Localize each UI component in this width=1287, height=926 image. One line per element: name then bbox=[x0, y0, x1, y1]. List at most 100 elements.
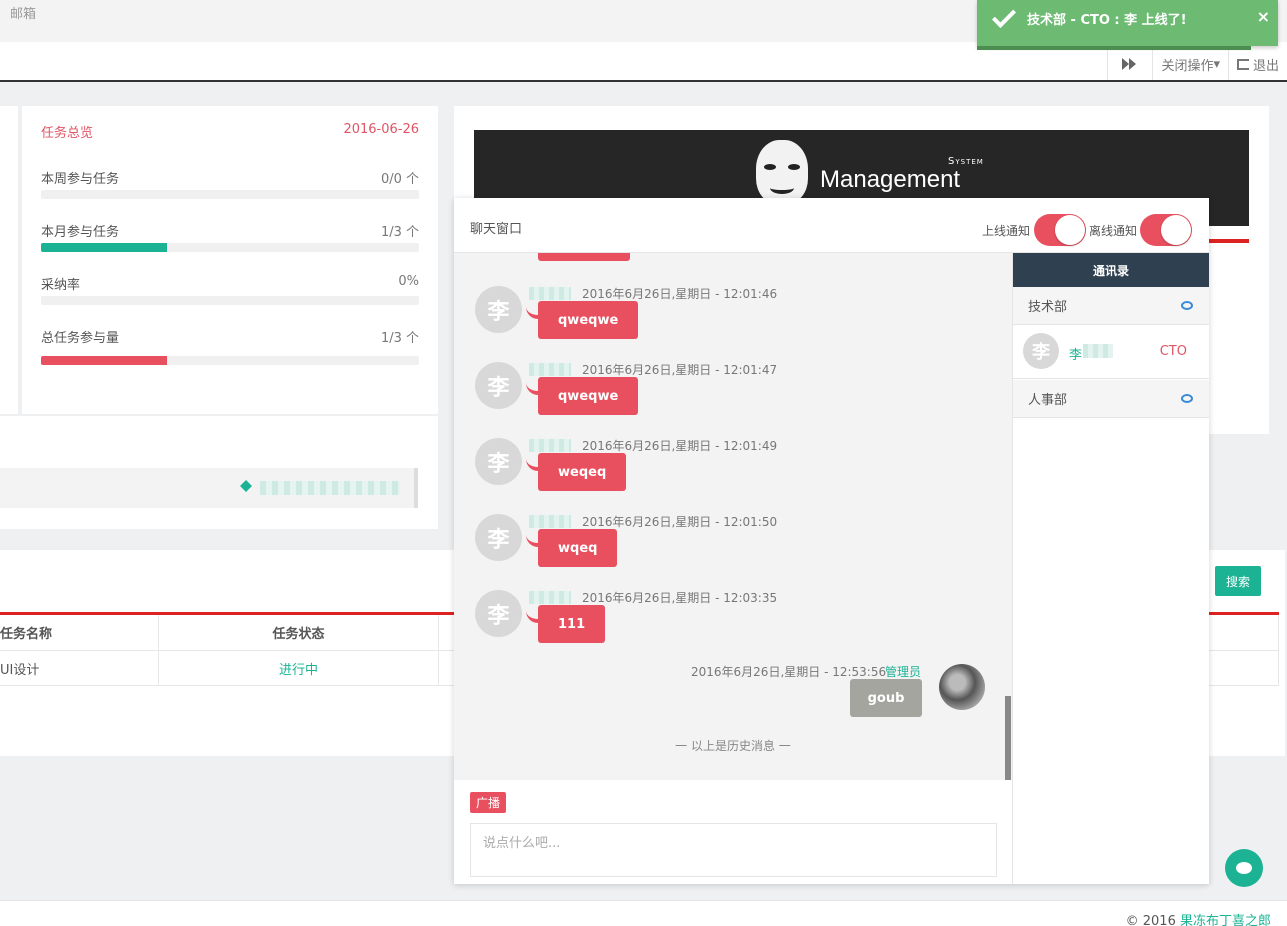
chat-header: 聊天窗口 上线通知 离线通知 bbox=[454, 198, 1209, 253]
task-row-month: 本月参与任务 1/3 个 bbox=[41, 221, 419, 255]
avatar[interactable]: 李 bbox=[475, 286, 522, 333]
message-bubble: qweqwe bbox=[525, 301, 639, 339]
contacts-title: 通讯录 bbox=[1013, 253, 1209, 287]
notice-bar[interactable] bbox=[0, 468, 418, 508]
dept-label: 技术部 bbox=[1028, 300, 1068, 315]
fast-forward-icon bbox=[1122, 58, 1138, 70]
dept-tech[interactable]: 技术部 bbox=[1013, 287, 1209, 325]
task-row-label: 采纳率 bbox=[41, 278, 81, 293]
dept-hr[interactable]: 人事部 bbox=[1013, 380, 1209, 418]
message-scrollbar[interactable] bbox=[1005, 696, 1011, 780]
history-divider: 一 以上是历史消息 一 bbox=[675, 739, 791, 753]
progress-fill bbox=[41, 356, 167, 365]
copyright: © 2016 果冻布丁喜之郎 bbox=[1126, 910, 1271, 926]
mail-label[interactable]: 邮箱 bbox=[10, 3, 36, 22]
task-row-label: 本周参与任务 bbox=[41, 172, 120, 187]
task-overview-card: 任务总览 2016-06-26 本周参与任务 0/0 个 本月参与任务 1/3 … bbox=[22, 106, 438, 414]
task-row-adoption: 采纳率 0% bbox=[41, 274, 419, 308]
task-overview-title: 任务总览 bbox=[41, 126, 94, 141]
message-time: 2016年6月26日,星期日 - 12:01:46 bbox=[582, 287, 778, 301]
check-icon bbox=[991, 3, 1017, 29]
chat-title: 聊天窗口 bbox=[470, 222, 523, 237]
task-overview-date: 2016-06-26 bbox=[343, 122, 419, 137]
broadcast-tag[interactable]: 广播 bbox=[470, 792, 507, 813]
message-time: 2016年6月26日,星期日 - 12:01:50 bbox=[582, 515, 778, 529]
banner-brand-text: Management bbox=[820, 166, 961, 193]
search-button[interactable]: 搜索 bbox=[1215, 566, 1261, 596]
blurred-sender-name bbox=[529, 287, 571, 300]
toast-progress bbox=[977, 46, 1251, 50]
blurred-notice-text bbox=[260, 481, 400, 495]
comments-icon bbox=[1181, 301, 1193, 310]
progress-bar bbox=[41, 296, 419, 305]
avatar[interactable]: 李 bbox=[475, 438, 522, 485]
close-ops-label: 关闭操作 bbox=[1161, 58, 1214, 74]
left-panel-edge bbox=[0, 106, 18, 414]
avatar: 李 bbox=[1023, 333, 1059, 369]
offline-notify-toggle[interactable] bbox=[1140, 214, 1192, 246]
task-row-value: 1/3 个 bbox=[380, 331, 419, 346]
message-composer: 广播 bbox=[454, 780, 1012, 884]
cell-task-name: UI设计 bbox=[0, 651, 159, 685]
blurred-member-name bbox=[1083, 344, 1113, 358]
progress-bar bbox=[41, 243, 419, 252]
contact-member[interactable]: 李 李 CTO bbox=[1013, 325, 1209, 379]
blurred-sender-name bbox=[529, 363, 571, 376]
message-time: 2016年6月26日,星期日 - 12:03:35 bbox=[582, 591, 778, 605]
message-time: 2016年6月26日,星期日 - 12:01:49 bbox=[582, 439, 778, 453]
logout-button[interactable]: 退出 bbox=[1229, 48, 1287, 80]
caret-down-icon: ▾ bbox=[1213, 56, 1220, 72]
header-task-name: 任务名称 bbox=[0, 615, 159, 650]
task-row-value: 1/3 个 bbox=[380, 225, 419, 240]
message-bubble: 111 bbox=[525, 605, 606, 643]
task-row-value: 0/0 个 bbox=[380, 172, 419, 187]
online-notify-toggle[interactable] bbox=[1034, 214, 1086, 246]
author-link[interactable]: 果冻布丁喜之郎 bbox=[1180, 914, 1271, 926]
message-item: 李 2016年6月26日,星期日 - 12:01:47 qweqwe bbox=[454, 356, 1012, 426]
message-item: 李 2016年6月26日,星期日 - 12:01:49 weqeq bbox=[454, 432, 1012, 502]
member-name: 李 bbox=[1069, 348, 1083, 363]
message-item: 李 2016年6月26日,星期日 - 12:03:35 111 bbox=[454, 584, 1012, 654]
avatar[interactable]: 李 bbox=[475, 590, 522, 637]
close-ops-dropdown[interactable]: 关闭操作 ▾ bbox=[1153, 48, 1229, 80]
message-bubble: qweqwe bbox=[525, 377, 639, 415]
my-avatar[interactable] bbox=[939, 664, 985, 710]
online-toast: 技术部 - CTO : 李 上线了! × bbox=[977, 0, 1278, 50]
toast-text: 技术部 - CTO : 李 上线了! bbox=[1027, 13, 1187, 28]
message-list[interactable]: 李 2016年6月26日,星期日 - 12:01:46 qweqwe 李 201… bbox=[454, 253, 1012, 780]
task-row-value: 0% bbox=[398, 274, 419, 289]
message-item: 李 2016年6月26日,星期日 - 12:01:46 qweqwe bbox=[454, 280, 1012, 350]
avatar[interactable]: 李 bbox=[475, 514, 522, 561]
blurred-sender-name bbox=[529, 591, 571, 604]
header-task-status: 任务状态 bbox=[159, 615, 439, 650]
chat-window: 聊天窗口 上线通知 离线通知 李 2016年6月26日,星期日 - 12:01:… bbox=[454, 198, 1209, 884]
message-bubble: weqeq bbox=[525, 453, 627, 491]
forward-button[interactable] bbox=[1108, 48, 1154, 80]
toggle-knob bbox=[1161, 215, 1191, 245]
contacts-panel: 通讯录 技术部 李 李 CTO 人事部 bbox=[1012, 253, 1209, 884]
cube-icon bbox=[240, 480, 252, 492]
logout-icon bbox=[1236, 58, 1249, 70]
message-bubble: wqeq bbox=[525, 529, 618, 567]
task-row-label: 本月参与任务 bbox=[41, 225, 120, 240]
task-row-week: 本周参与任务 0/0 个 bbox=[41, 168, 419, 202]
close-icon[interactable]: × bbox=[1257, 7, 1270, 26]
task-row-total: 总任务参与量 1/3 个 bbox=[41, 327, 419, 365]
task-row-label: 总任务参与量 bbox=[41, 331, 120, 346]
toolbar-tools: 关闭操作 ▾ 退出 bbox=[1107, 48, 1287, 80]
footer: © 2016 果冻布丁喜之郎 bbox=[0, 900, 1287, 926]
message-input[interactable] bbox=[470, 823, 997, 877]
chat-bubble-icon bbox=[1236, 862, 1252, 874]
message-time: 2016年6月26日,星期日 - 12:53:56 bbox=[691, 665, 887, 679]
mask-logo-icon bbox=[756, 140, 808, 204]
notice-card bbox=[0, 416, 438, 529]
floating-chat-button[interactable] bbox=[1225, 849, 1263, 887]
cell-task-status: 进行中 bbox=[159, 651, 439, 685]
message-bubble-partial bbox=[538, 253, 630, 261]
blurred-sender-name bbox=[529, 515, 571, 528]
dept-label: 人事部 bbox=[1028, 393, 1068, 408]
avatar[interactable]: 李 bbox=[475, 362, 522, 409]
offline-notify-label: 离线通知 bbox=[1089, 224, 1138, 238]
blurred-sender-name bbox=[529, 439, 571, 452]
progress-bar bbox=[41, 190, 419, 199]
